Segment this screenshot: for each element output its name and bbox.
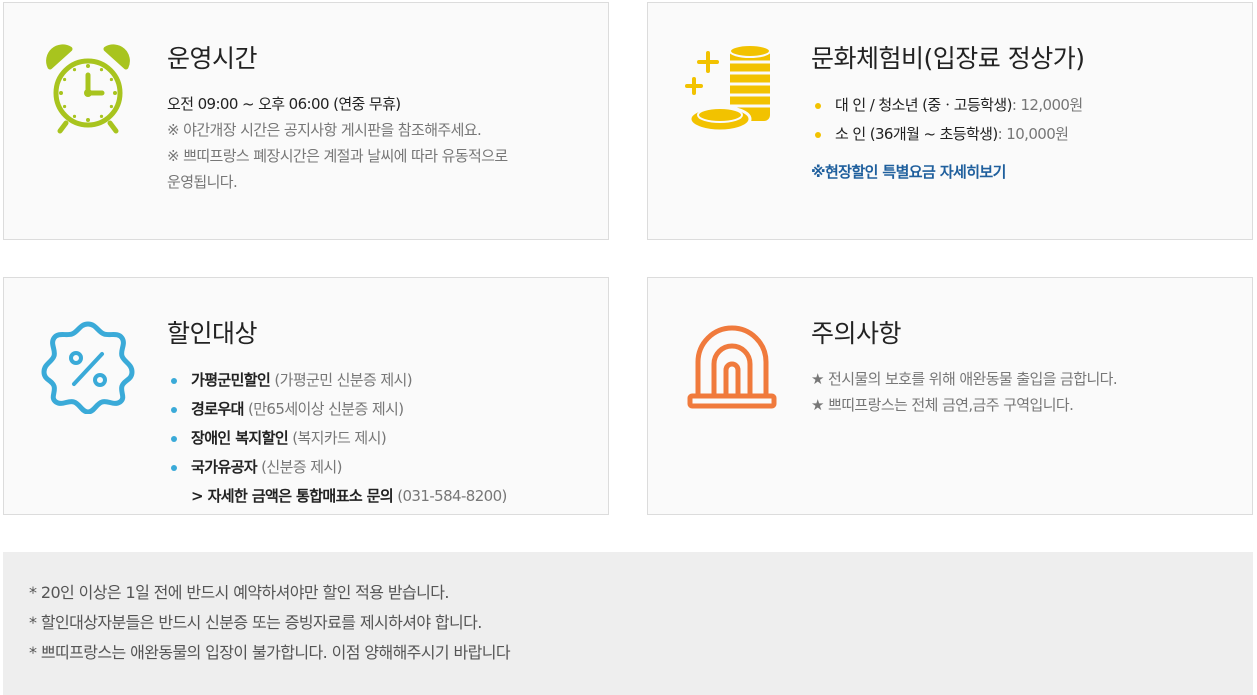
discount-detail: (만65세이상 신분증 제시) [243,400,404,418]
discount-list: 가평군민할인 (가평군민 신분증 제시) 경로우대 (만65세이상 신분증 제시… [167,366,588,482]
notice-line: * 20인 이상은 1일 전에 반드시 예약하셔야만 할인 적용 받습니다. [29,583,449,602]
list-item: 장애인 복지할인 (복지카드 제시) [167,424,588,453]
list-item: 대 인 / 청소년 (중ㆍ고등학생): 12,000원 [811,91,1232,120]
discount-label: 경로우대 [191,400,244,418]
list-item: 경로우대 (만65세이상 신분증 제시) [167,395,588,424]
caution-card: 주의사항 ★ 전시물의 보호를 위해 애완동물 출입을 금합니다. ★ 쁘띠프랑… [647,277,1253,515]
special-fee-link[interactable]: ※현장할인 특별요금 자세히보기 [811,161,1006,182]
hours-title: 운영시간 [167,44,258,73]
contact-label: > 자세한 금액은 통합매표소 문의 [191,487,394,505]
discount-detail: (신분증 제시) [257,458,342,476]
caution-line: ★ 전시물의 보호를 위해 애완동물 출입을 금합니다. [811,370,1118,388]
list-item: 소 인 (36개월 ~ 초등학생): 10,000원 [811,120,1232,149]
alarm-clock-icon [40,41,136,137]
discount-detail: (복지카드 제시) [288,429,387,447]
contact-phone: (031-584-8200) [393,487,507,505]
discount-title: 할인대상 [167,319,258,348]
percent-badge-icon [40,318,136,415]
hours-card: 운영시간 오전 09:00 ~ 오후 06:00 (연중 무휴) ※ 야간개장 … [3,2,609,240]
fee-title: 문화체험비(입장료 정상가) [811,44,1085,73]
fee-price: : 10,000원 [997,125,1069,143]
fee-label: 대 인 / 청소년 (중ㆍ고등학생) [835,96,1012,114]
list-item: 가평군민할인 (가평군민 신분증 제시) [167,366,588,395]
discount-card: 할인대상 가평군민할인 (가평군민 신분증 제시) 경로우대 (만65세이상 신… [3,277,609,515]
notice-box: * 20인 이상은 1일 전에 반드시 예약하셔야만 할인 적용 받습니다. *… [3,552,1253,695]
ticket-office-contact: > 자세한 금액은 통합매표소 문의 (031-584-8200) [167,482,588,510]
caution-line: ★ 쁘띠프랑스는 전체 금연,금주 구역입니다. [811,396,1074,414]
notice-line: * 할인대상자분들은 반드시 신분증 또는 증빙자료를 제시하셔야 합니다. [29,613,482,632]
notice-line: * 쁘띠프랑스는 애완동물의 입장이 불가합니다. 이점 양해해주시기 바랍니다 [29,643,511,662]
hours-note: 운영됩니다. [167,173,238,191]
hours-main: 오전 09:00 ~ 오후 06:00 (연중 무휴) [167,95,401,113]
discount-label: 가평군민할인 [191,371,271,389]
discount-label: 국가유공자 [191,458,258,476]
fee-list: 대 인 / 청소년 (중ㆍ고등학생): 12,000원 소 인 (36개월 ~ … [811,91,1232,149]
fee-label: 소 인 (36개월 ~ 초등학생) [835,125,998,143]
discount-label: 장애인 복지할인 [191,429,289,447]
fee-price: : 12,000원 [1011,96,1083,114]
fee-card: 문화체험비(입장료 정상가) 대 인 / 청소년 (중ㆍ고등학생): 12,00… [647,2,1253,240]
caution-title: 주의사항 [811,319,902,348]
coins-icon [684,41,780,137]
discount-detail: (가평군민 신분증 제시) [270,371,413,389]
hours-note: ※ 야간개장 시간은 공지사항 게시판을 참조해주세요. [167,121,482,139]
siren-icon [684,316,780,412]
list-item: 국가유공자 (신분증 제시) [167,453,588,482]
hours-note: ※ 쁘띠프랑스 폐장시간은 계절과 날씨에 따라 유동적으로 [167,147,508,165]
